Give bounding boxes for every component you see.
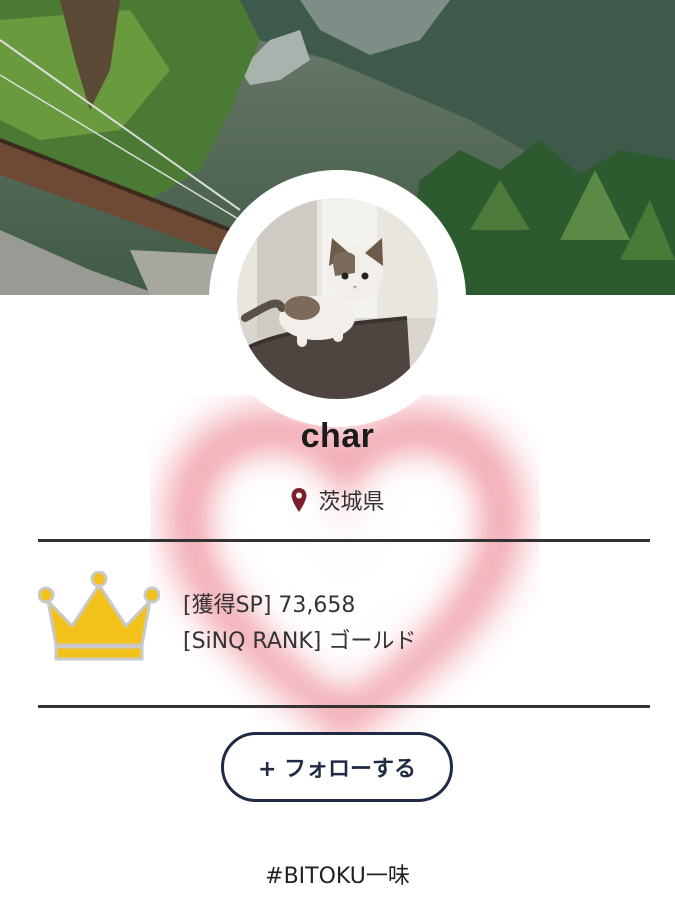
rank-value: ゴールド [328, 629, 417, 654]
sp-row: [獲得SP] 73,658 [183, 588, 416, 624]
avatar-kitten-image [237, 198, 438, 399]
user-stats: [獲得SP] 73,658 [SiNQ RANK] ゴールド [183, 588, 416, 660]
divider-top [38, 539, 650, 542]
map-pin-icon [290, 487, 308, 513]
follow-button[interactable]: + フォローする [221, 732, 453, 802]
username: char [300, 417, 375, 455]
crown-icon [37, 570, 161, 663]
sp-value: 73,658 [278, 593, 356, 618]
sp-label: [獲得SP] [183, 593, 272, 618]
rank-row: [SiNQ RANK] ゴールド [183, 624, 416, 660]
hashtag-tagline: #BITOKU一味 [265, 864, 410, 889]
avatar[interactable] [237, 198, 438, 399]
rank-label: [SiNQ RANK] [183, 629, 322, 654]
follow-button-label: + フォローする [257, 757, 417, 782]
location-text: 茨城県 [318, 490, 385, 515]
divider-bottom [38, 705, 650, 708]
location-row: 茨城県 [0, 484, 675, 516]
